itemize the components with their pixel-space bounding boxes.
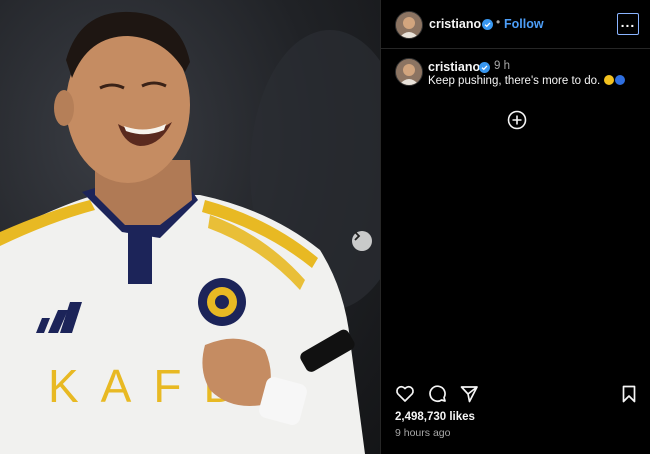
verified-badge-icon [479, 62, 490, 73]
posted-time[interactable]: 9 hours ago [395, 427, 450, 439]
post-header: cristiano • Follow ... [381, 0, 650, 49]
verified-badge-icon [482, 19, 493, 30]
share-icon[interactable] [459, 384, 479, 404]
more-options-button[interactable]: ... [617, 13, 639, 35]
separator-dot: • [496, 15, 501, 29]
blue-circle-emoji-icon [615, 75, 626, 85]
chevron-right-icon [354, 231, 361, 241]
heart-icon[interactable] [395, 384, 415, 404]
action-bar [381, 380, 650, 410]
caption-username[interactable]: cristiano [428, 60, 480, 74]
author-avatar[interactable] [395, 11, 423, 39]
caption-time[interactable]: 9 h [494, 60, 510, 72]
more-horizontal-icon: ... [620, 13, 636, 30]
yellow-circle-emoji-icon [604, 75, 615, 85]
next-photo-button[interactable] [352, 231, 372, 251]
post-photo: KAFD [0, 0, 380, 454]
comment-icon[interactable] [427, 384, 447, 404]
avatar-image [396, 12, 422, 38]
caption-text-body: Keep pushing, there's more to do. [428, 75, 601, 87]
follow-button[interactable]: Follow [504, 17, 544, 31]
author-username[interactable]: cristiano [429, 17, 481, 31]
caption-avatar[interactable] [395, 58, 423, 86]
post-side-panel: cristiano • Follow ... cristiano 9 h Kee… [380, 0, 650, 454]
plus-circle-icon[interactable] [507, 110, 527, 130]
player-illustration: KAFD [0, 11, 380, 454]
caption-text: Keep pushing, there's more to do. [428, 75, 626, 87]
avatar-image [396, 59, 422, 85]
likes-count[interactable]: 2,498,730 likes [395, 411, 475, 423]
bookmark-icon[interactable] [619, 384, 639, 404]
